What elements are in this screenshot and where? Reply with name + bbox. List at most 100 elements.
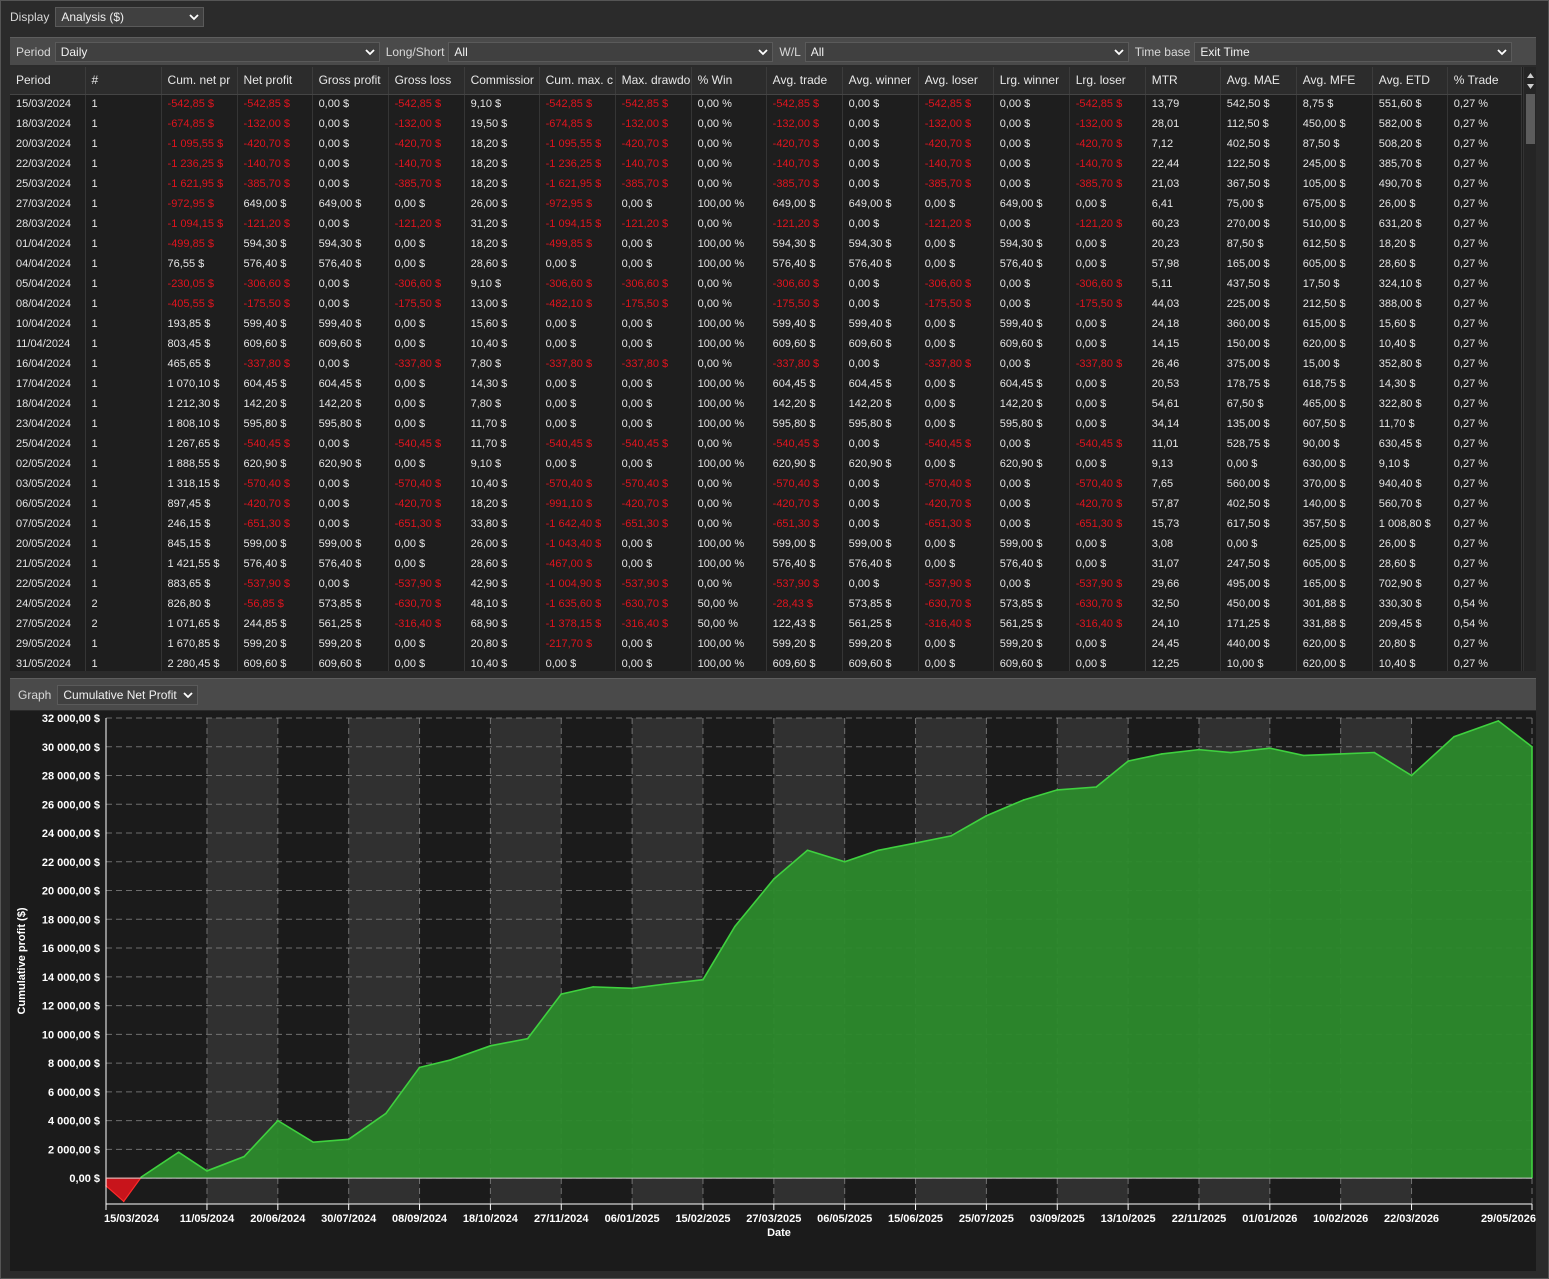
column-header[interactable]: Avg. loser xyxy=(918,67,994,95)
table-cell: 0,00 $ xyxy=(918,454,994,474)
period-select[interactable]: Daily xyxy=(54,41,380,62)
column-header[interactable]: Lrg. loser xyxy=(1069,67,1146,95)
table-row[interactable]: 25/04/2024 1 1 267,65 $ -540,45 $0,00 $ -540… xyxy=(10,434,1523,454)
data-point xyxy=(206,1170,208,1172)
table-row[interactable]: 16/04/2024 1 465,65 $ -337,80 $0,00 $ -337,8… xyxy=(10,354,1523,374)
table-row[interactable]: 31/05/2024 1 2 280,45 $609,60 $609,60 $0,0… xyxy=(10,654,1523,671)
table-row[interactable]: 25/03/2024 1 -1 621,95 $ -385,70 $0,00 $ -38… xyxy=(10,174,1523,194)
table-cell: 100,00 % xyxy=(691,314,767,334)
table-cell: 14,30 $ xyxy=(464,374,540,394)
table-cell: 1 008,80 $ xyxy=(1372,514,1448,534)
table-cell: 142,20 $ xyxy=(842,394,919,414)
column-header[interactable]: Max. drawdo xyxy=(615,67,692,95)
table-cell: 594,30 $ xyxy=(237,234,313,254)
column-header[interactable]: Avg. winner xyxy=(842,67,919,95)
table-row[interactable]: 17/04/2024 1 1 070,10 $604,45 $604,45 $0,0… xyxy=(10,374,1523,394)
table-cell: 9,10 $ xyxy=(1372,454,1448,474)
table-row[interactable]: 11/04/2024 1 803,45 $609,60 $609,60 $0,00 … xyxy=(10,334,1523,354)
table-row[interactable]: 05/04/2024 1 -230,05 $ -306,60 $0,00 $ -306,… xyxy=(10,274,1523,294)
table-row[interactable]: 04/04/2024 1 76,55 $576,40 $576,40 $0,00 $… xyxy=(10,254,1523,274)
table-cell: 13,00 $ xyxy=(464,294,540,314)
table-row[interactable]: 18/03/2024 1 -674,85 $ -132,00 $0,00 $ -132,… xyxy=(10,114,1523,134)
column-header[interactable]: % Win xyxy=(691,67,767,95)
table-cell: -542,85 $ xyxy=(615,94,692,114)
table-cell: 22/05/2024 xyxy=(10,574,86,594)
table-cell: -542,85 $ xyxy=(237,94,313,114)
x-tick-label: 27/03/2025 xyxy=(746,1213,801,1225)
table-cell: 33,80 $ xyxy=(464,514,540,534)
table-cell: 100,00 % xyxy=(691,334,767,354)
table-cell: 595,80 $ xyxy=(842,414,919,434)
table-cell: -316,40 $ xyxy=(615,614,692,634)
table-cell: -420,70 $ xyxy=(615,494,692,514)
table-cell: 0,00 $ xyxy=(539,454,616,474)
table-cell: 609,60 $ xyxy=(312,334,389,354)
wl-select-value: All xyxy=(810,44,825,59)
table-row[interactable]: 01/04/2024 1 -499,85 $594,30 $594,30 $0,00… xyxy=(10,234,1523,254)
table-cell: -499,85 $ xyxy=(161,234,238,254)
table-cell: -1 004,90 $ xyxy=(539,574,616,594)
column-header[interactable]: MTR xyxy=(1145,67,1221,95)
long-short-select[interactable]: All xyxy=(448,41,774,62)
table-cell: 178,75 $ xyxy=(1220,374,1297,394)
table-row[interactable]: 10/04/2024 1 193,85 $599,40 $599,40 $0,00 … xyxy=(10,314,1523,334)
table-row[interactable]: 08/04/2024 1 -405,55 $ -175,50 $0,00 $ -175,… xyxy=(10,294,1523,314)
column-header[interactable]: Avg. ETD xyxy=(1372,67,1448,95)
column-header[interactable]: # xyxy=(85,67,162,95)
table-row[interactable]: 29/05/2024 1 1 670,85 $599,20 $599,20 $0,0… xyxy=(10,634,1523,654)
column-header[interactable]: Period xyxy=(10,67,86,95)
table-cell: -540,45 $ xyxy=(615,434,692,454)
column-header[interactable]: Net profit xyxy=(237,67,313,95)
table-cell: 3,08 xyxy=(1145,534,1221,554)
column-header[interactable]: Avg. MFE xyxy=(1296,67,1373,95)
table-row[interactable]: 18/04/2024 1 1 212,30 $142,20 $142,20 $0,0… xyxy=(10,394,1523,414)
table-cell: 112,50 $ xyxy=(1220,114,1297,134)
table-cell: 0,00 $ xyxy=(539,374,616,394)
table-cell: 7,80 $ xyxy=(464,394,540,414)
table-cell: 20,80 $ xyxy=(464,634,540,654)
data-point xyxy=(140,1176,143,1178)
table-row[interactable]: 20/03/2024 1 -1 095,55 $ -420,70 $0,00 $ -42… xyxy=(10,134,1523,154)
column-header[interactable]: Cum. net pr xyxy=(161,67,238,95)
table-row[interactable]: 28/03/2024 1 -1 094,15 $ -121,20 $0,00 $ -12… xyxy=(10,214,1523,234)
table-cell: 24/05/2024 xyxy=(10,594,86,614)
table-cell: -140,70 $ xyxy=(1069,154,1146,174)
table-row[interactable]: 03/05/2024 1 1 318,15 $ -570,40 $0,00 $ -570… xyxy=(10,474,1523,494)
column-header[interactable]: % Trade xyxy=(1447,67,1523,95)
table-cell: 465,00 $ xyxy=(1296,394,1373,414)
table-cell: -230,05 $ xyxy=(161,274,238,294)
table-cell: -175,50 $ xyxy=(766,294,843,314)
table-cell: 1 xyxy=(85,434,162,454)
column-header[interactable]: Gross loss xyxy=(388,67,465,95)
scroll-thumb[interactable] xyxy=(1526,94,1535,144)
time-base-select[interactable]: Exit Time xyxy=(1194,41,1513,62)
table-vertical-scrollbar[interactable] xyxy=(1523,67,1536,671)
table-cell: -306,60 $ xyxy=(1069,274,1146,294)
table-row[interactable]: 20/05/2024 1 845,15 $599,00 $599,00 $0,00 … xyxy=(10,534,1523,554)
table-row[interactable]: 07/05/2024 1 246,15 $ -651,30 $0,00 $ -651,3… xyxy=(10,514,1523,534)
table-row[interactable]: 15/03/2024 1 -542,85 $ -542,85 $0,00 $ -542,… xyxy=(10,94,1523,114)
table-cell: -316,40 $ xyxy=(918,614,994,634)
column-header[interactable]: Commissior xyxy=(464,67,540,95)
table-row[interactable]: 22/05/2024 1 883,65 $ -537,90 $0,00 $ -537,9… xyxy=(10,574,1523,594)
display-select[interactable]: Analysis ($) xyxy=(55,7,205,27)
table-row[interactable]: 23/04/2024 1 1 808,10 $595,80 $595,80 $0,0… xyxy=(10,414,1523,434)
table-row[interactable]: 02/05/2024 1 1 888,55 $620,90 $620,90 $0,0… xyxy=(10,454,1523,474)
scroll-down-arrow-icon[interactable] xyxy=(1526,82,1535,91)
column-header[interactable]: Avg. trade xyxy=(766,67,843,95)
table-row[interactable]: 27/05/2024 2 1 071,65 $244,85 $561,25 $ -31… xyxy=(10,614,1523,634)
scroll-up-arrow-icon[interactable] xyxy=(1526,71,1535,80)
table-cell: 28,60 $ xyxy=(1372,554,1448,574)
table-row[interactable]: 27/03/2024 1 -972,95 $649,00 $649,00 $0,00… xyxy=(10,194,1523,214)
column-header[interactable]: Cum. max. c xyxy=(539,67,616,95)
table-row[interactable]: 24/05/2024 2 826,80 $ -56,85 $573,85 $ -630,… xyxy=(10,594,1523,614)
wl-select[interactable]: All xyxy=(804,41,1129,62)
table-row[interactable]: 22/03/2024 1 -1 236,25 $ -140,70 $0,00 $ -14… xyxy=(10,154,1523,174)
table-row[interactable]: 21/05/2024 1 1 421,55 $576,40 $576,40 $0,0… xyxy=(10,554,1523,574)
column-header[interactable]: Gross profit xyxy=(312,67,389,95)
column-header[interactable]: Lrg. winner xyxy=(993,67,1070,95)
table-row[interactable]: 06/05/2024 1 897,45 $ -420,70 $0,00 $ -420,7… xyxy=(10,494,1523,514)
y-tick-label: 22 000,00 $ xyxy=(42,857,100,869)
column-header[interactable]: Avg. MAE xyxy=(1220,67,1297,95)
graph-select[interactable]: Cumulative Net Profit xyxy=(57,684,199,705)
